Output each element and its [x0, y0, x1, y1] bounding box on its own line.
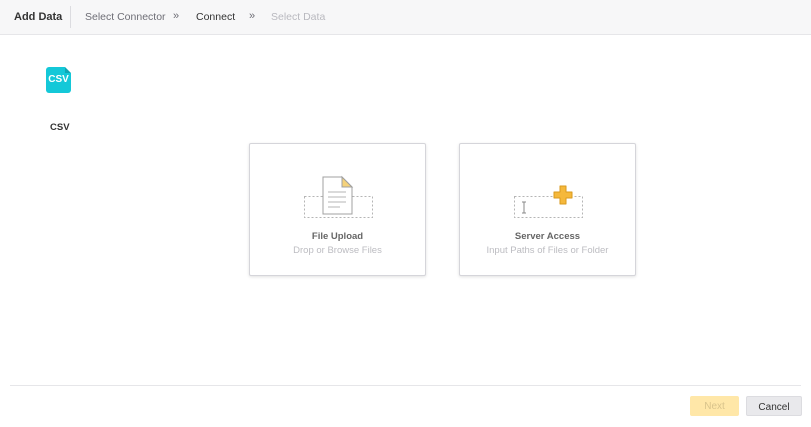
header-bar: Add Data Select Connector » Connect » Se… [0, 0, 811, 35]
server-access-card[interactable]: Server Access Input Paths of Files or Fo… [459, 143, 636, 276]
breadcrumb-separator: » [249, 10, 256, 22]
cancel-button[interactable]: Cancel [746, 396, 802, 416]
card-subtitle: Input Paths of Files or Folder [486, 245, 609, 256]
document-icon [304, 175, 373, 218]
breadcrumb-select-data: Select Data [271, 11, 326, 23]
csv-icon-text: CSV [48, 74, 69, 85]
connector-label: CSV [50, 122, 70, 133]
plus-icon [514, 185, 583, 218]
card-subtitle: Drop or Browse Files [293, 245, 382, 256]
header-divider [70, 6, 71, 28]
csv-file-icon: CSV [46, 67, 71, 93]
breadcrumb-separator: » [173, 10, 180, 22]
card-title: Server Access [514, 231, 581, 242]
breadcrumb-select-connector[interactable]: Select Connector [85, 11, 166, 23]
file-upload-card[interactable]: File Upload Drop or Browse Files [249, 143, 426, 276]
breadcrumb-connect: Connect [196, 11, 236, 23]
next-button[interactable]: Next [690, 396, 739, 416]
footer-divider [10, 385, 801, 386]
page-title: Add Data [14, 11, 63, 23]
card-title: File Upload [311, 231, 364, 242]
